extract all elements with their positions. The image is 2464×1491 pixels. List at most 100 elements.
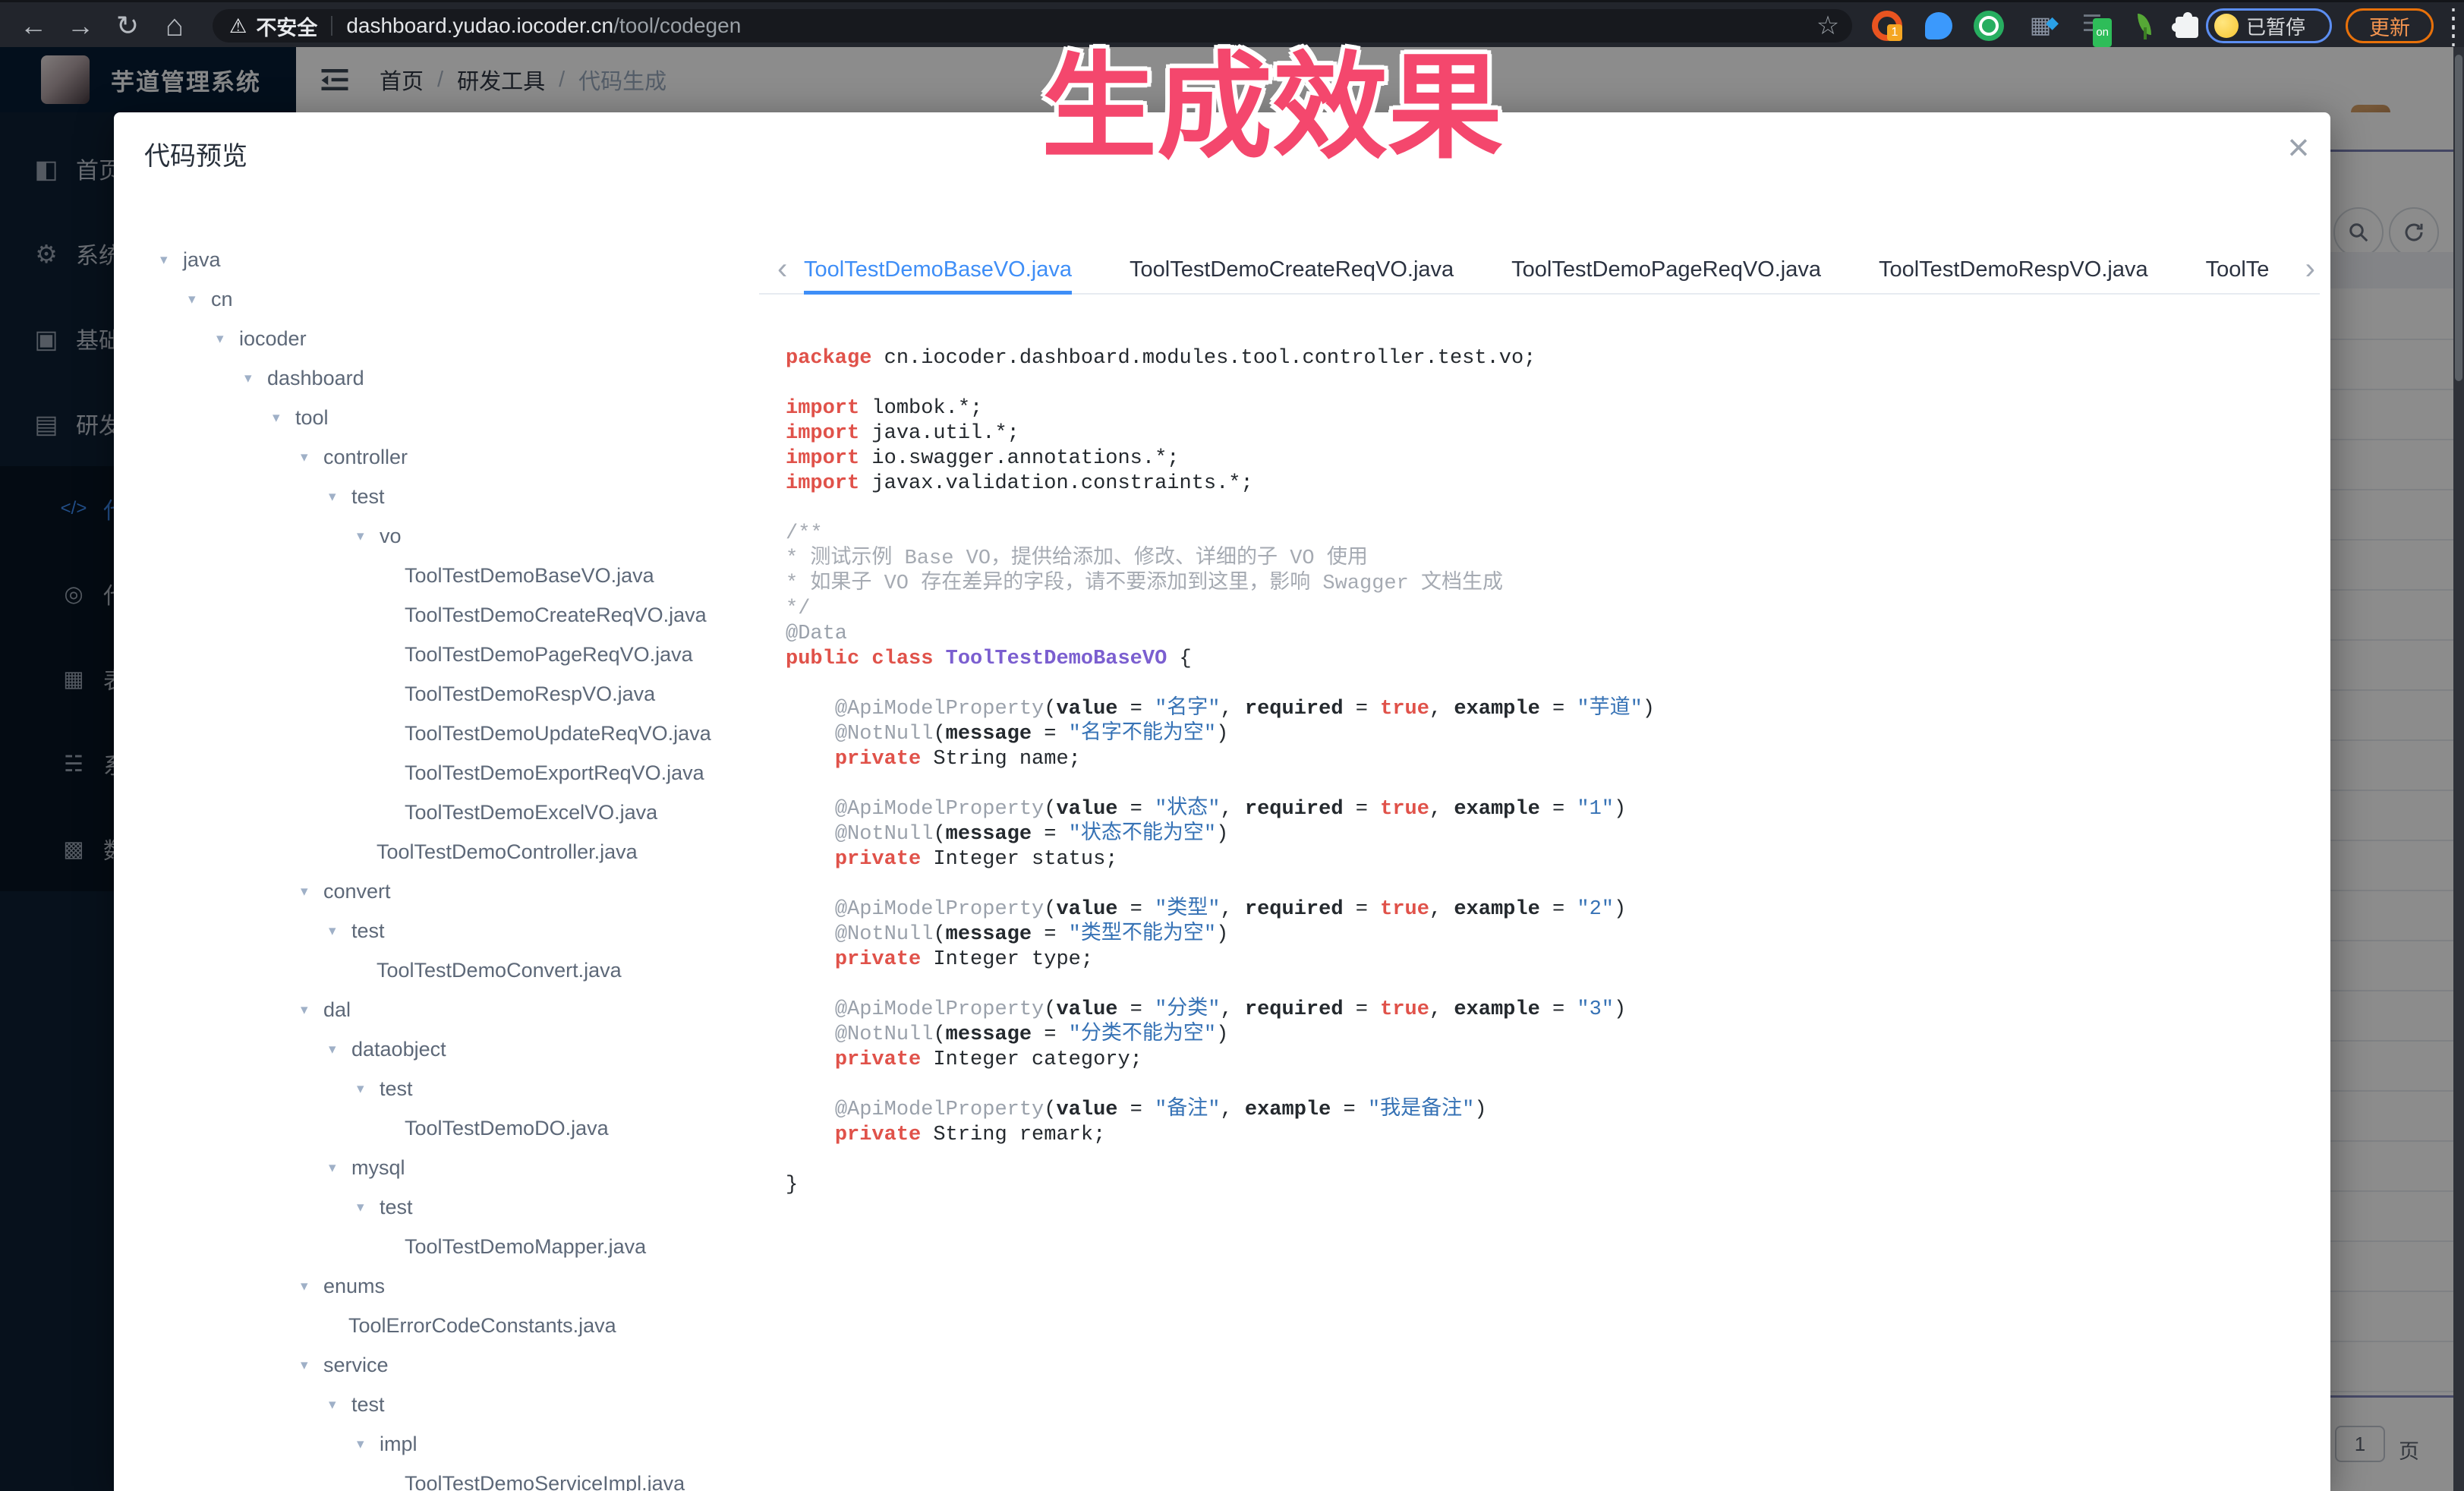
tree-node-label: cn: [211, 288, 233, 311]
tree-file-ToolTestDemoExportReqVO.java[interactable]: ToolTestDemoExportReqVO.java: [114, 753, 767, 793]
tab-ToolTestDemoRespVO.java[interactable]: ToolTestDemoRespVO.java: [1879, 247, 2148, 295]
caret-down-icon[interactable]: ▾: [273, 409, 295, 427]
blue-drop-icon[interactable]: [1925, 12, 1952, 39]
green-target-icon[interactable]: [1974, 11, 2004, 41]
tree-dir-test[interactable]: ▾test: [114, 1187, 767, 1227]
tree-file-ToolTestDemoController.java[interactable]: ToolTestDemoController.java: [114, 832, 767, 872]
puzzle-icon[interactable]: [2173, 11, 2203, 41]
tab-ToolTestDemoBaseVO.java[interactable]: ToolTestDemoBaseVO.java: [804, 247, 1072, 295]
paused-label: 已暂停: [2246, 12, 2305, 40]
code-line: private Integer type;: [786, 947, 2304, 972]
tree-file-ToolTestDemoCreateReqVO.java[interactable]: ToolTestDemoCreateReqVO.java: [114, 595, 767, 635]
tree-node-label: ToolTestDemoPageReqVO.java: [405, 643, 693, 667]
code-line: import javax.validation.constraints.*;: [786, 471, 2304, 496]
tree-node-label: ToolTestDemoExcelVO.java: [405, 801, 657, 824]
caret-down-icon[interactable]: ▾: [357, 1080, 380, 1098]
tree-dir-test[interactable]: ▾test: [114, 911, 767, 950]
browser-menu-icon[interactable]: ⋮⋮⋮: [2441, 13, 2456, 40]
tree-file-ToolTestDemoMapper.java[interactable]: ToolTestDemoMapper.java: [114, 1227, 767, 1266]
scrollbar-thumb[interactable]: [2455, 55, 2462, 381]
caret-down-icon[interactable]: ▾: [357, 528, 380, 545]
tree-dir-dashboard[interactable]: ▾dashboard: [114, 358, 767, 398]
caret-down-icon[interactable]: ▾: [357, 1436, 380, 1453]
blue-diamond-grid-icon[interactable]: ▦◆: [2025, 11, 2056, 41]
reload-icon[interactable]: ↻: [106, 2, 149, 49]
tree-dir-convert[interactable]: ▾convert: [114, 872, 767, 911]
code-viewer: package cn.iocoder.dashboard.modules.too…: [786, 346, 2304, 1198]
tree-node-label: dataobject: [351, 1038, 446, 1061]
caret-down-icon[interactable]: ▾: [301, 883, 323, 900]
forward-icon[interactable]: →: [59, 2, 102, 49]
code-line: private String name;: [786, 747, 2304, 772]
close-icon[interactable]: ×: [2276, 125, 2321, 170]
caret-down-icon[interactable]: ▾: [301, 449, 323, 466]
tree-node-label: ToolTestDemoCreateReqVO.java: [405, 604, 707, 627]
code-line: */: [786, 597, 2304, 622]
tabs-scroll-left-icon[interactable]: ‹: [777, 252, 787, 286]
list-on-icon[interactable]: ☰on: [2077, 11, 2107, 41]
tree-dir-test[interactable]: ▾test: [114, 477, 767, 516]
home-icon[interactable]: ⌂: [153, 2, 196, 49]
tree-dir-vo[interactable]: ▾vo: [114, 516, 767, 556]
caret-down-icon[interactable]: ▾: [329, 1159, 351, 1177]
caret-down-icon[interactable]: ▾: [301, 1001, 323, 1019]
tree-file-ToolTestDemoDO.java[interactable]: ToolTestDemoDO.java: [114, 1108, 767, 1148]
orange-ring-icon[interactable]: 1: [1872, 11, 1902, 41]
tree-node-label: mysql: [351, 1156, 405, 1180]
code-line: [786, 672, 2304, 697]
url-host[interactable]: dashboard.yudao.iocoder.cn: [346, 14, 613, 38]
tab-ToolTestDemoCreateReqVO.java[interactable]: ToolTestDemoCreateReqVO.java: [1130, 247, 1454, 295]
tree-dir-iocoder[interactable]: ▾iocoder: [114, 319, 767, 358]
code-line: @ApiModelProperty(value = "名字", required…: [786, 697, 2304, 722]
tree-dir-dal[interactable]: ▾dal: [114, 990, 767, 1029]
tree-file-ToolTestDemoServiceImpl.java[interactable]: ToolTestDemoServiceImpl.java: [114, 1464, 767, 1491]
tree-dir-test[interactable]: ▾test: [114, 1069, 767, 1108]
tab-ToolTe[interactable]: ToolTe: [2206, 247, 2270, 295]
tree-dir-test[interactable]: ▾test: [114, 1385, 767, 1424]
tab-ToolTestDemoPageReqVO.java[interactable]: ToolTestDemoPageReqVO.java: [1511, 247, 1821, 295]
paused-extension-chip[interactable]: 已暂停: [2206, 8, 2332, 43]
caret-down-icon[interactable]: ▾: [329, 922, 351, 940]
caret-down-icon[interactable]: ▾: [329, 1041, 351, 1058]
tree-file-ToolTestDemoExcelVO.java[interactable]: ToolTestDemoExcelVO.java: [114, 793, 767, 832]
caret-down-icon[interactable]: ▾: [160, 251, 183, 269]
tree-file-ToolTestDemoRespVO.java[interactable]: ToolTestDemoRespVO.java: [114, 674, 767, 714]
caret-down-icon[interactable]: ▾: [301, 1357, 323, 1374]
caret-down-icon[interactable]: ▾: [357, 1199, 380, 1216]
url-path[interactable]: /tool/codegen: [613, 14, 741, 38]
browser-update-button[interactable]: 更新: [2346, 8, 2434, 43]
tree-file-ToolTestDemoConvert.java[interactable]: ToolTestDemoConvert.java: [114, 950, 767, 990]
caret-down-icon[interactable]: ▾: [216, 330, 239, 348]
address-bar[interactable]: ⚠ 不安全 dashboard.yudao.iocoder.cn/tool/co…: [213, 9, 1852, 43]
tree-dir-mysql[interactable]: ▾mysql: [114, 1148, 767, 1187]
caret-down-icon[interactable]: ▾: [188, 291, 211, 308]
tabs-scroll-right-icon[interactable]: ›: [2305, 252, 2315, 286]
tree-node-label: test: [351, 919, 385, 943]
tree-file-ToolTestDemoUpdateReqVO.java[interactable]: ToolTestDemoUpdateReqVO.java: [114, 714, 767, 753]
tree-node-label: controller: [323, 446, 408, 469]
tree-dir-dataobject[interactable]: ▾dataobject: [114, 1029, 767, 1069]
tree-dir-java[interactable]: ▾java: [114, 240, 767, 279]
bookmark-star-icon[interactable]: ☆: [1807, 2, 1849, 49]
not-secure-label[interactable]: 不安全: [256, 11, 317, 41]
back-icon[interactable]: ←: [12, 2, 55, 49]
caret-down-icon[interactable]: ▾: [329, 1396, 351, 1414]
tree-dir-controller[interactable]: ▾controller: [114, 437, 767, 477]
tree-dir-tool[interactable]: ▾tool: [114, 398, 767, 437]
page-scrollbar[interactable]: [2453, 47, 2464, 1491]
tree-dir-enums[interactable]: ▾enums: [114, 1266, 767, 1306]
tree-file-ToolErrorCodeConstants.java[interactable]: ToolErrorCodeConstants.java: [114, 1306, 767, 1345]
caret-down-icon[interactable]: ▾: [244, 370, 267, 387]
caret-down-icon[interactable]: ▾: [301, 1278, 323, 1295]
dialog-title: 代码预览: [144, 135, 247, 172]
tree-node-label: service: [323, 1354, 389, 1377]
tree-dir-service[interactable]: ▾service: [114, 1345, 767, 1385]
tree-dir-cn[interactable]: ▾cn: [114, 279, 767, 319]
tree-file-ToolTestDemoBaseVO.java[interactable]: ToolTestDemoBaseVO.java: [114, 556, 767, 595]
code-line: package cn.iocoder.dashboard.modules.too…: [786, 346, 2304, 371]
caret-down-icon[interactable]: ▾: [329, 488, 351, 506]
green-plant-icon[interactable]: [2130, 11, 2160, 41]
tree-file-ToolTestDemoPageReqVO.java[interactable]: ToolTestDemoPageReqVO.java: [114, 635, 767, 674]
code-line: [786, 1148, 2304, 1173]
tree-dir-impl[interactable]: ▾impl: [114, 1424, 767, 1464]
